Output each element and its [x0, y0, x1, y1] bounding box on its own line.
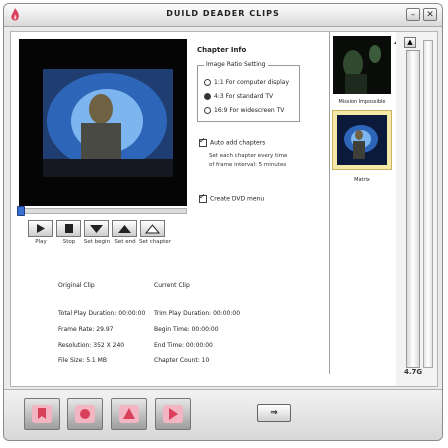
ratio-label: 4:3 For standard TV	[214, 93, 274, 100]
settings-tool-icon	[163, 405, 183, 423]
seek-thumb[interactable]	[17, 206, 25, 216]
capacity-scrollbar[interactable]	[423, 40, 433, 368]
end-marker-icon	[118, 225, 131, 233]
clip-thumbnail-2[interactable]	[337, 115, 387, 165]
capacity-meter	[406, 50, 420, 368]
end-time: End Time: 00:00:00	[154, 342, 213, 349]
clip-item-selected[interactable]	[332, 110, 392, 170]
stop-label: Stop	[62, 239, 76, 245]
bottom-toolbar: ⇒	[4, 389, 442, 440]
title-bar: DUILD DEADER CLIPS – ✕	[4, 4, 442, 27]
checkbox[interactable]	[199, 192, 207, 203]
set-chapter-button[interactable]	[140, 220, 165, 237]
capacity-label: 4.7G	[404, 368, 423, 376]
frame-rate: Frame Rate: 29.97	[58, 326, 114, 333]
auto-add-desc-2: of frame interval: 5 minutes	[209, 162, 287, 168]
checkbox[interactable]	[199, 136, 207, 147]
chapter-count: Chapter Count: 10	[154, 357, 210, 364]
clip-thumbnail-1[interactable]	[333, 36, 391, 94]
play-icon	[37, 224, 45, 233]
set-end-button[interactable]	[112, 220, 137, 237]
disc-capacity-panel: ▲ 4.7G	[396, 32, 437, 386]
auto-add-desc-1: Set each chapter every time	[209, 153, 288, 159]
open-tool-button[interactable]	[24, 398, 60, 430]
radio-button[interactable]	[204, 79, 211, 86]
image-ratio-title: Image Ratio Setting	[204, 61, 268, 68]
set-chapter-label: Set chapter	[139, 239, 171, 245]
close-button[interactable]: ✕	[423, 8, 437, 21]
seek-bar[interactable]	[19, 208, 187, 214]
chapter-info-heading: Chapter Info	[197, 46, 247, 54]
ratio-option-4-3[interactable]: 4:3 For standard TV	[204, 93, 273, 100]
play-button[interactable]	[28, 220, 53, 237]
ratio-option-16-9[interactable]: 16:9 For widescreen TV	[204, 107, 284, 114]
trim-duration: Trim Play Duration: 00:00:00	[154, 310, 241, 317]
file-size: File Size: 5.1 MB	[58, 357, 107, 364]
set-end-label: Set end	[114, 239, 136, 245]
content-panel: Play Stop Set begin Set end Set chapter …	[10, 31, 438, 387]
resolution: Resolution: 352 X 240	[58, 342, 125, 349]
radio-button[interactable]	[204, 93, 211, 100]
set-begin-button[interactable]	[84, 220, 109, 237]
current-clip-heading: Current Clip	[154, 282, 190, 289]
play-label: Play	[35, 239, 47, 245]
video-preview	[19, 39, 187, 206]
minimize-button[interactable]: –	[406, 8, 420, 21]
create-dvd-menu-checkbox[interactable]: Create DVD menu	[199, 192, 265, 203]
stop-icon	[65, 224, 73, 233]
clip-list[interactable]: Mission Impossible Matrix	[329, 32, 400, 374]
open-tool-icon	[32, 405, 52, 423]
ratio-label: 1:1 For computer display	[214, 79, 289, 86]
total-duration: Total Play Duration: 00:00:00	[58, 310, 146, 317]
settings-tool-button[interactable]	[155, 398, 191, 430]
chapter-marker-icon	[144, 224, 161, 234]
remove-tool-button[interactable]	[67, 398, 103, 430]
window-title: DUILD DEADER CLIPS	[166, 9, 280, 18]
stop-button[interactable]	[56, 220, 81, 237]
remove-tool-icon	[75, 405, 95, 423]
checkbox-label: Create DVD menu	[210, 195, 265, 203]
begin-time: Begin Time: 00:00:00	[154, 326, 219, 333]
next-button[interactable]: ⇒	[257, 404, 291, 422]
effects-tool-icon	[119, 405, 139, 423]
clip-label-1: Mission Impossible	[338, 99, 386, 105]
effects-tool-button[interactable]	[111, 398, 147, 430]
capacity-up-button[interactable]: ▲	[404, 37, 416, 48]
radio-button[interactable]	[204, 107, 211, 114]
begin-marker-icon	[90, 225, 103, 233]
ratio-label: 16:9 For widescreen TV	[214, 107, 285, 114]
clip-label-2: Matrix	[354, 177, 370, 183]
original-clip-heading: Original Clip	[58, 282, 95, 289]
ratio-option-1-1[interactable]: 1:1 For computer display	[204, 79, 289, 86]
checkbox-label: Auto add chapters	[210, 139, 266, 147]
set-begin-label: Set begin	[83, 239, 111, 245]
main-window: DUILD DEADER CLIPS – ✕ Play Stop Set beg…	[3, 3, 443, 441]
auto-add-checkbox[interactable]: Auto add chapters	[199, 136, 266, 147]
